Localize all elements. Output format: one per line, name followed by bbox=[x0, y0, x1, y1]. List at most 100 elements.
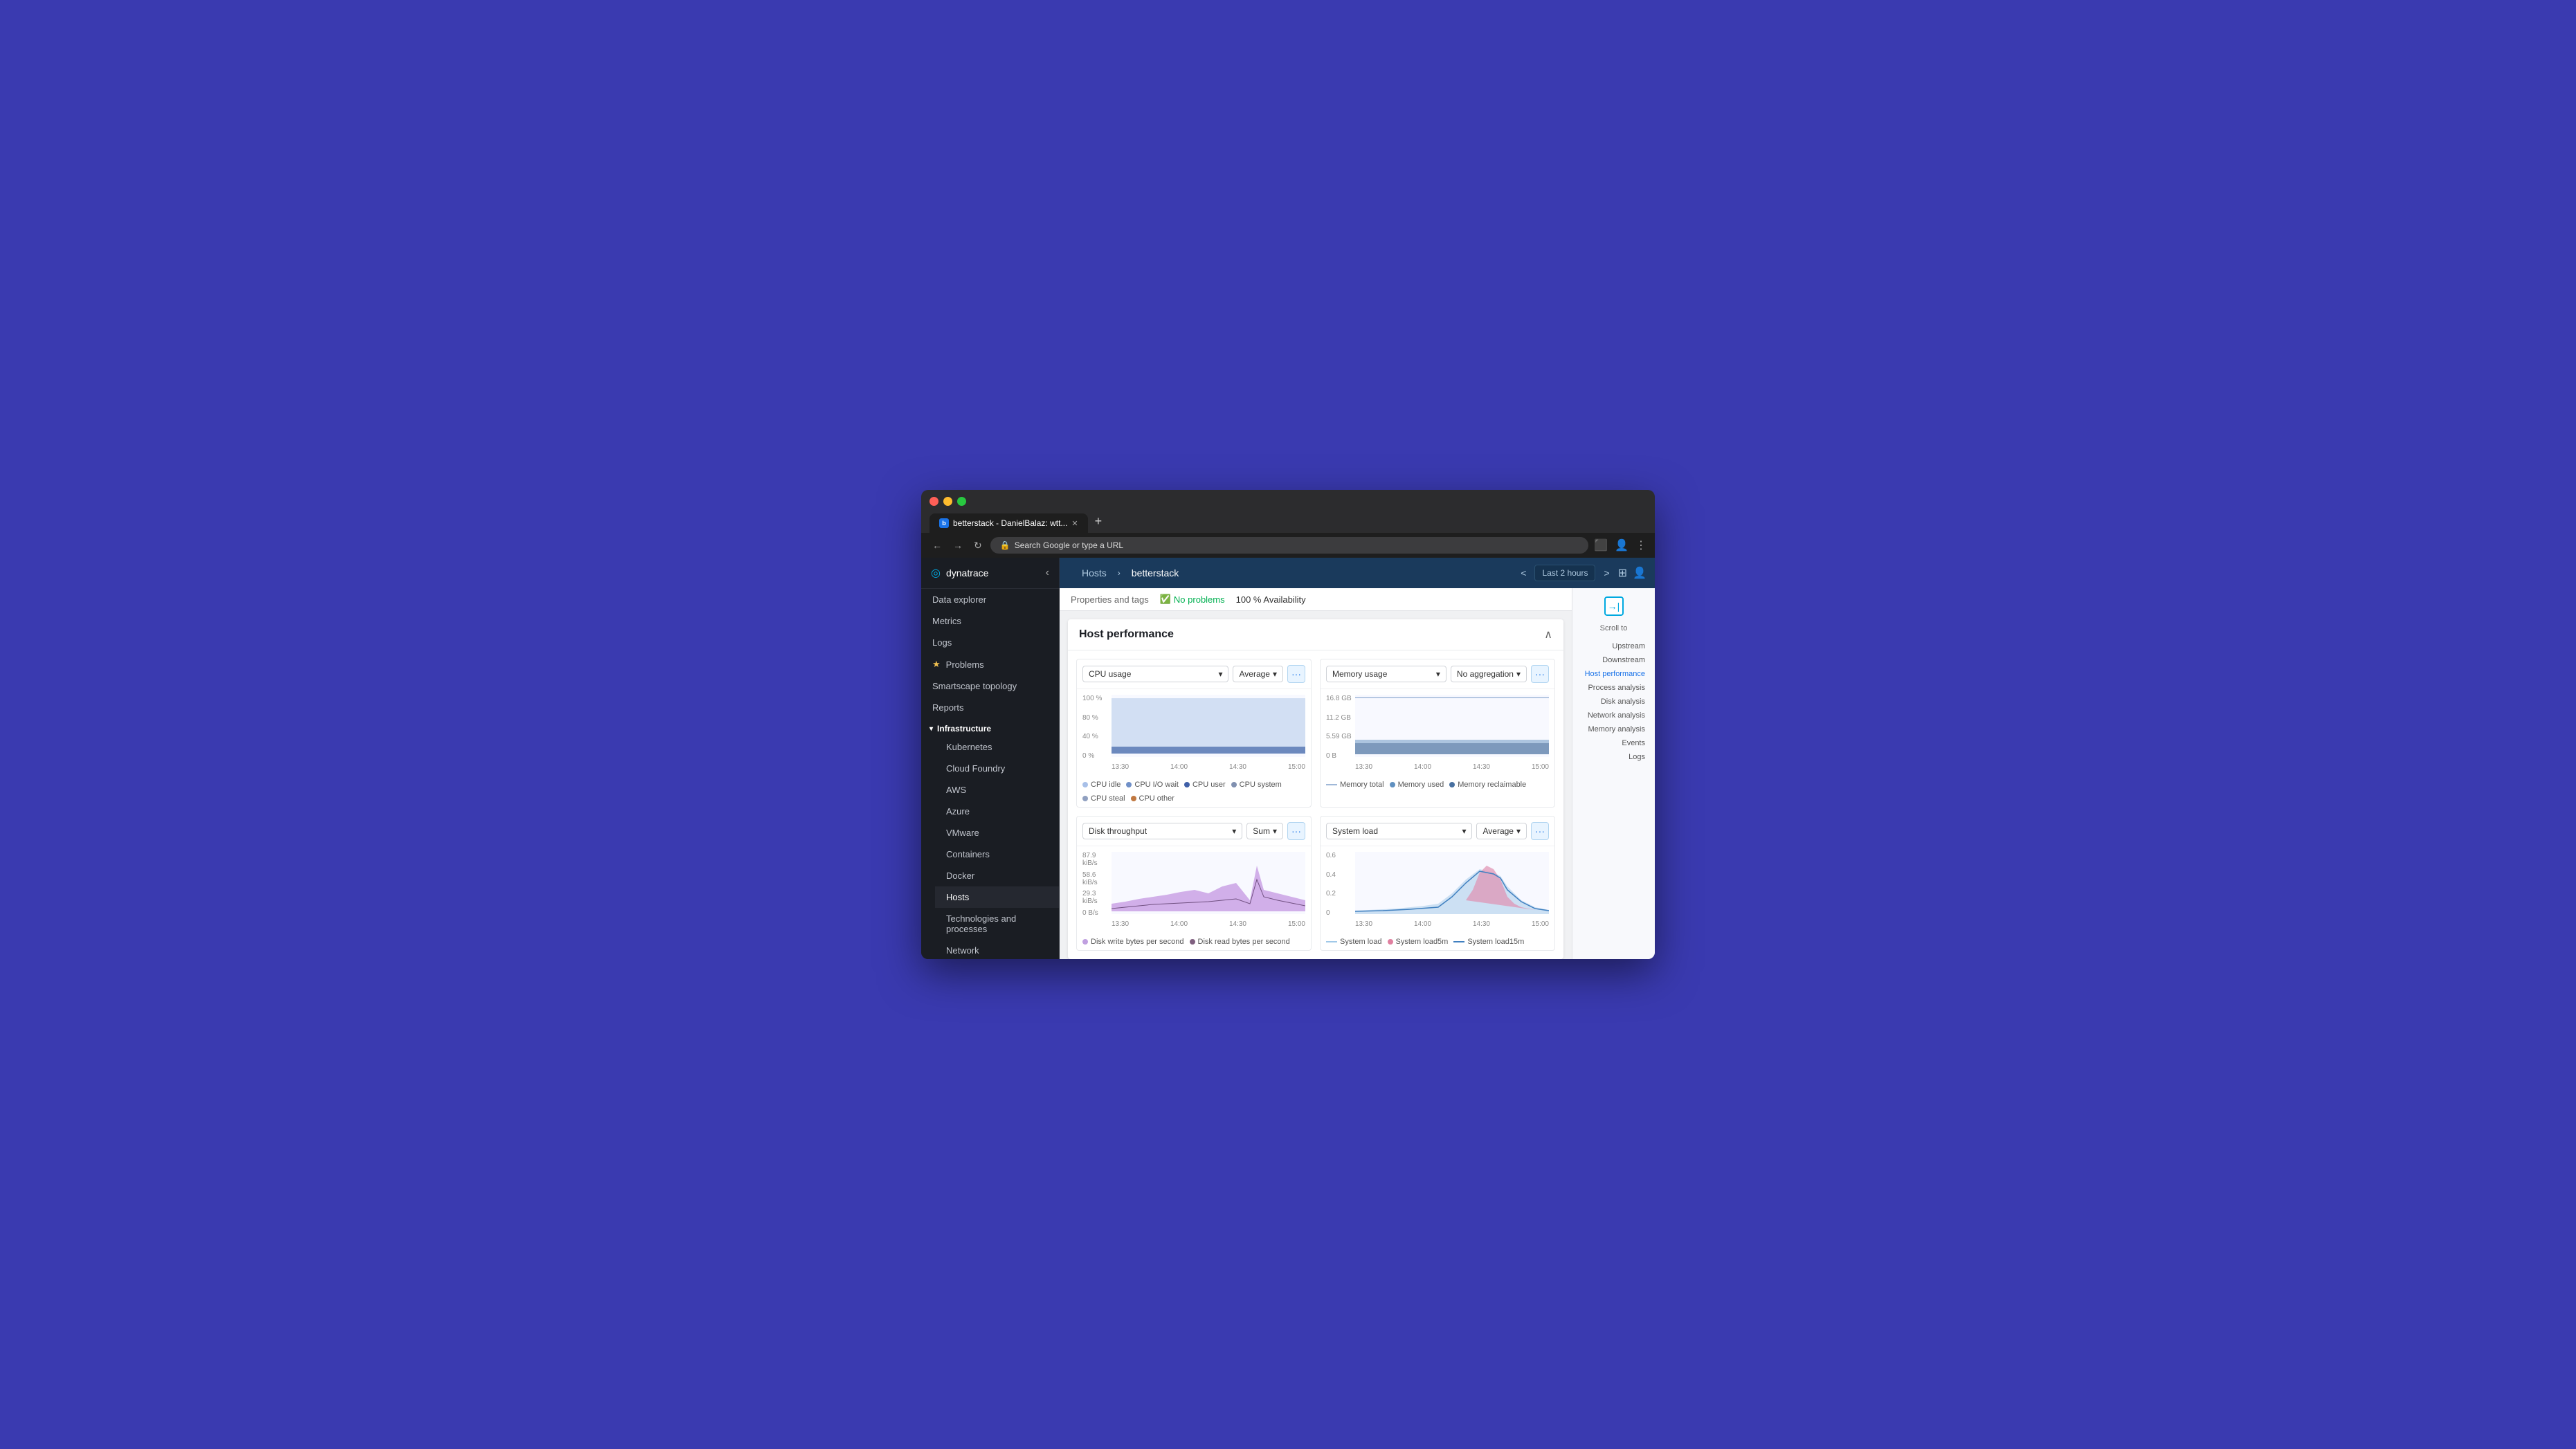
memory-more-button[interactable]: ··· bbox=[1531, 665, 1549, 683]
scroll-link-upstream[interactable]: Upstream bbox=[1578, 639, 1649, 653]
scroll-link-host-performance[interactable]: Host performance bbox=[1578, 667, 1649, 681]
cpu-user-label: CPU user bbox=[1192, 781, 1226, 789]
cpu-agg-label: Average bbox=[1239, 669, 1269, 679]
sidebar-item-metrics[interactable]: Metrics bbox=[921, 610, 1059, 632]
sidebar-item-aws[interactable]: AWS bbox=[935, 779, 1059, 801]
scroll-to-icon[interactable]: →| bbox=[1604, 596, 1624, 616]
sidebar-item-containers[interactable]: Containers bbox=[935, 844, 1059, 865]
scroll-link-downstream[interactable]: Downstream bbox=[1578, 653, 1649, 667]
docker-label: Docker bbox=[946, 871, 974, 881]
cpu-more-button[interactable]: ··· bbox=[1287, 665, 1305, 683]
cpu-system-color bbox=[1231, 782, 1237, 787]
memory-y3: 11.2 GB bbox=[1326, 714, 1354, 722]
forward-button[interactable]: → bbox=[950, 538, 965, 552]
sidebar-item-problems[interactable]: ★ Problems bbox=[921, 653, 1059, 675]
sysload-x1: 13:30 bbox=[1355, 920, 1372, 928]
active-tab[interactable]: b betterstack - DanielBalaz: wtt... ✕ bbox=[929, 513, 1088, 533]
scroll-link-process-analysis[interactable]: Process analysis bbox=[1578, 681, 1649, 695]
disk-more-button[interactable]: ··· bbox=[1287, 822, 1305, 840]
sysload-x2: 14:00 bbox=[1414, 920, 1431, 928]
cpu-io-label: CPU I/O wait bbox=[1134, 781, 1179, 789]
scroll-link-disk-analysis[interactable]: Disk analysis bbox=[1578, 695, 1649, 709]
sysload-metric-select[interactable]: System load ▾ bbox=[1326, 823, 1472, 839]
sysload-y1: 0 bbox=[1326, 909, 1354, 917]
cpu-agg-chevron: ▾ bbox=[1273, 669, 1277, 679]
sidebar-item-reports[interactable]: Reports bbox=[921, 697, 1059, 718]
logs-nav-label: Logs bbox=[1629, 753, 1645, 761]
host-performance-collapse-button[interactable]: ∧ bbox=[1544, 628, 1552, 641]
new-tab-button[interactable]: + bbox=[1089, 511, 1108, 531]
minimize-traffic-light[interactable] bbox=[943, 497, 952, 506]
no-problems-status: ✅ No problems bbox=[1160, 594, 1225, 605]
cpu-user-color bbox=[1184, 782, 1190, 787]
sidebar-item-docker[interactable]: Docker bbox=[935, 865, 1059, 886]
traffic-lights bbox=[929, 497, 1647, 506]
back-button[interactable]: ← bbox=[929, 538, 945, 552]
disk-write-color bbox=[1082, 939, 1088, 945]
scroll-link-memory-analysis[interactable]: Memory analysis bbox=[1578, 722, 1649, 736]
properties-tags-tab[interactable]: Properties and tags bbox=[1071, 594, 1149, 605]
url-bar[interactable]: 🔒 Search Google or type a URL bbox=[990, 537, 1588, 554]
sidebar-item-logs[interactable]: Logs bbox=[921, 632, 1059, 653]
refresh-button[interactable]: ↻ bbox=[971, 538, 985, 553]
sidebar-item-smartscape[interactable]: Smartscape topology bbox=[921, 675, 1059, 697]
kubernetes-label: Kubernetes bbox=[946, 742, 992, 752]
sidebar-item-hosts[interactable]: Hosts bbox=[935, 886, 1059, 908]
layout-icon[interactable]: ⊞ bbox=[1618, 566, 1627, 580]
profile-icon[interactable]: 👤 bbox=[1615, 538, 1629, 552]
maximize-traffic-light[interactable] bbox=[957, 497, 966, 506]
disk-read-legend: Disk read bytes per second bbox=[1190, 938, 1290, 946]
cpu-steal-legend: CPU steal bbox=[1082, 794, 1125, 803]
scroll-link-logs[interactable]: Logs bbox=[1578, 750, 1649, 764]
time-next-button[interactable]: > bbox=[1601, 566, 1612, 580]
time-prev-button[interactable]: < bbox=[1518, 566, 1529, 580]
memory-reclaimable-legend: Memory reclaimable bbox=[1449, 781, 1526, 789]
sysload-aggregation-select[interactable]: Average ▾ bbox=[1476, 823, 1527, 839]
sidebar-section-infrastructure[interactable]: ▾ Infrastructure bbox=[921, 718, 1059, 736]
user-icon[interactable]: 👤 bbox=[1633, 566, 1647, 580]
sidebar-item-kubernetes[interactable]: Kubernetes bbox=[935, 736, 1059, 758]
cpu-metric-select[interactable]: CPU usage ▾ bbox=[1082, 666, 1228, 682]
disk-x2: 14:00 bbox=[1170, 920, 1188, 928]
time-range-label: Last 2 hours bbox=[1542, 568, 1588, 578]
cpu-chart-body: 100 % 80 % 40 % 0 % bbox=[1077, 689, 1311, 776]
memory-aggregation-select[interactable]: No aggregation ▾ bbox=[1451, 666, 1527, 682]
breadcrumb-hosts[interactable]: Hosts bbox=[1071, 558, 1118, 588]
cpu-aggregation-select[interactable]: Average ▾ bbox=[1233, 666, 1283, 682]
process-analysis-nav-label: Process analysis bbox=[1588, 684, 1645, 692]
infra-expand-icon: ▾ bbox=[929, 725, 933, 733]
memory-y4: 16.8 GB bbox=[1326, 695, 1354, 702]
memory-reclaimable-label: Memory reclaimable bbox=[1458, 781, 1526, 789]
sidebar-item-network[interactable]: Network bbox=[935, 940, 1059, 959]
disk-aggregation-select[interactable]: Sum ▾ bbox=[1246, 823, 1283, 839]
extensions-icon[interactable]: ⬛ bbox=[1594, 538, 1608, 552]
disk-chart-area: 87.9 kiB/s 58.6 kiB/s 29.3 kiB/s 0 B/s bbox=[1082, 852, 1305, 928]
sidebar-item-cloud-foundry[interactable]: Cloud Foundry bbox=[935, 758, 1059, 779]
breadcrumb-betterstack[interactable]: betterstack bbox=[1121, 558, 1190, 588]
sidebar-item-azure[interactable]: Azure bbox=[935, 801, 1059, 822]
memory-chart-svg bbox=[1355, 695, 1549, 757]
sidebar-item-vmware[interactable]: VMware bbox=[935, 822, 1059, 844]
scroll-link-events[interactable]: Events bbox=[1578, 736, 1649, 750]
tab-close-button[interactable]: ✕ bbox=[1071, 519, 1078, 528]
cpu-chart-area: 100 % 80 % 40 % 0 % bbox=[1082, 695, 1305, 771]
scroll-link-network-analysis[interactable]: Network analysis bbox=[1578, 709, 1649, 722]
close-traffic-light[interactable] bbox=[929, 497, 938, 506]
memory-used-color bbox=[1390, 782, 1395, 787]
availability-value: 100 % bbox=[1236, 594, 1262, 605]
memory-metric-select[interactable]: Memory usage ▾ bbox=[1326, 666, 1446, 682]
time-range-selector[interactable]: Last 2 hours bbox=[1534, 565, 1595, 581]
disk-metric-label: Disk throughput bbox=[1089, 826, 1147, 836]
sidebar-item-technologies[interactable]: Technologies and processes bbox=[935, 908, 1059, 940]
reports-label: Reports bbox=[932, 702, 964, 713]
top-navigation: Hosts › betterstack < Last 2 hours > ⊞ 👤 bbox=[1060, 558, 1655, 588]
sidebar-back-button[interactable]: ‹ bbox=[1046, 567, 1049, 579]
disk-metric-select[interactable]: Disk throughput ▾ bbox=[1082, 823, 1242, 839]
disk-chart-svg bbox=[1112, 852, 1305, 914]
menu-icon[interactable]: ⋮ bbox=[1635, 538, 1647, 552]
sysload-more-button[interactable]: ··· bbox=[1531, 822, 1549, 840]
tab-favicon: b bbox=[939, 518, 949, 528]
memory-x-labels: 13:30 14:00 14:30 15:00 bbox=[1355, 763, 1549, 771]
sidebar-item-data-explorer[interactable]: Data explorer bbox=[921, 589, 1059, 610]
sysload-chart-body: 0.6 0.4 0.2 0 bbox=[1321, 846, 1554, 933]
